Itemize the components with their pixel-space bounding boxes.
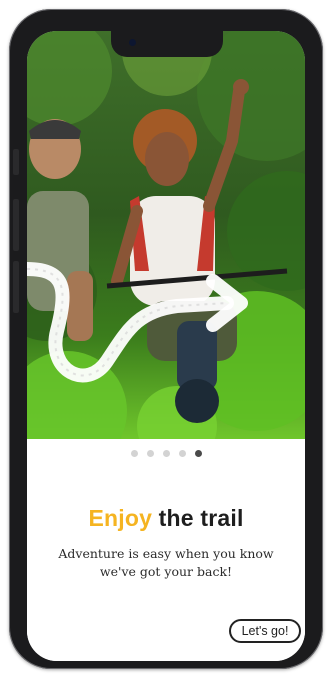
page-subtitle: Adventure is easy when you know we've go… [58, 546, 274, 579]
title-rest: the trail [158, 505, 244, 531]
hero-illustration [27, 31, 305, 439]
title-highlight: Enjoy [88, 505, 153, 531]
notch [111, 31, 223, 57]
page-dot-5-active[interactable] [194, 450, 202, 457]
onboarding-screen: Enjoy the trail Adventure is easy when y… [27, 31, 305, 661]
volume-up-button [13, 199, 19, 251]
page-indicator [27, 450, 305, 457]
camera-dot-icon [129, 39, 136, 46]
hero-photo [27, 31, 305, 439]
page-dot-2[interactable] [146, 450, 154, 457]
page-dot-3[interactable] [162, 450, 170, 457]
page-title: Enjoy the trail [27, 505, 305, 532]
page-dot-1[interactable] [130, 450, 138, 457]
page-dot-4[interactable] [178, 450, 186, 457]
mute-switch [13, 149, 19, 175]
volume-down-button [13, 261, 19, 313]
lets-go-button[interactable]: Let's go! [229, 619, 301, 643]
